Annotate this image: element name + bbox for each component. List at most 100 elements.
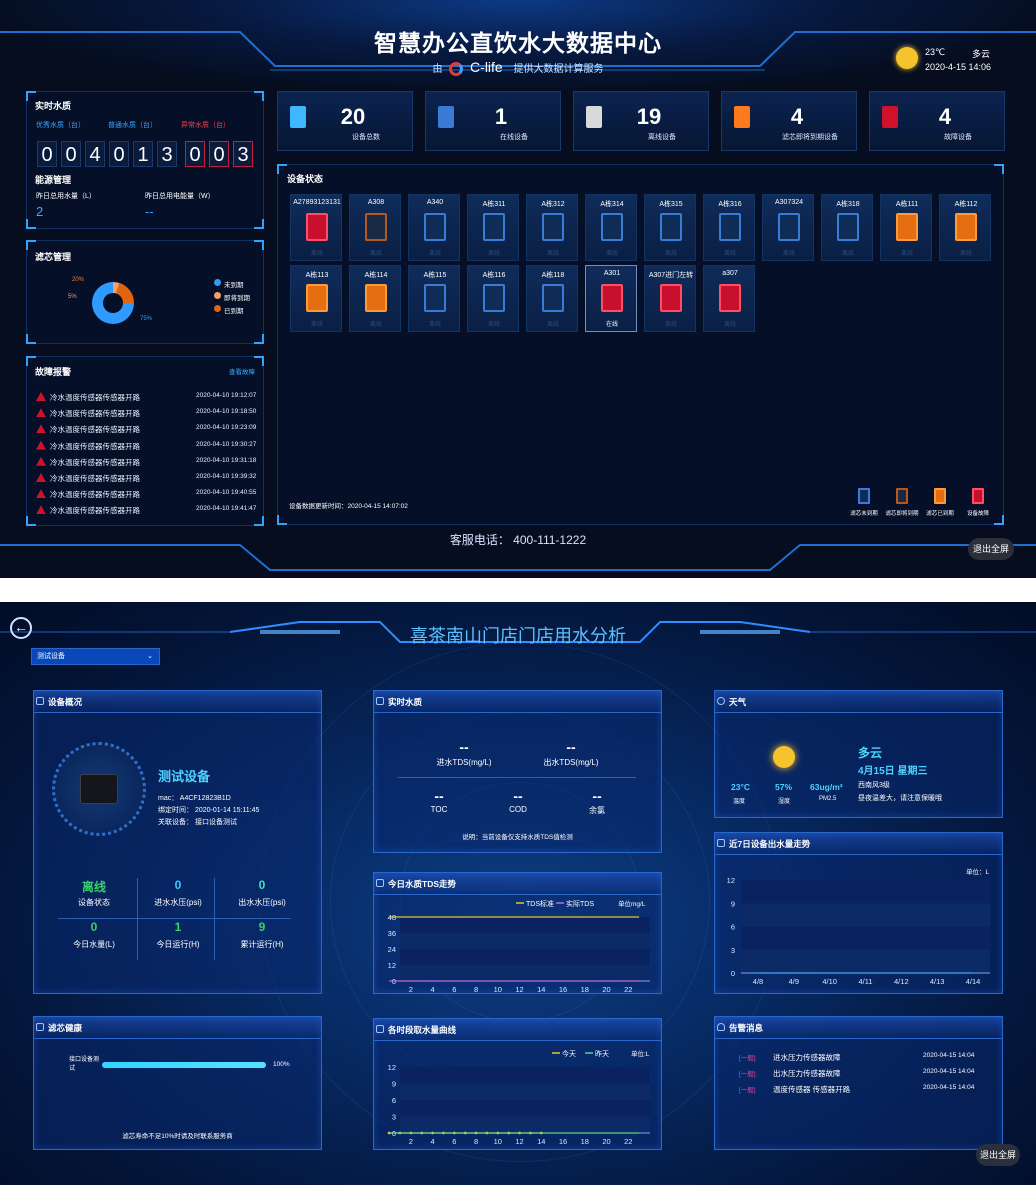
chlorine-value: --: [592, 788, 602, 804]
device-image-icon: [80, 774, 118, 804]
dashboard-store-analysis: ← 喜茶南山门店门店用水分析 测试设备 ⌄ 设备概况 测试设备 mac： A4C…: [0, 602, 1036, 1185]
device-tile[interactable]: A栋312 离线: [526, 194, 578, 261]
device-name: A栋311: [482, 201, 506, 208]
filter-title: 滤芯管理: [35, 252, 72, 262]
alarm-icon: [36, 505, 46, 515]
water-usage-value: 2: [36, 204, 44, 219]
device-tile[interactable]: A栋114 离线: [349, 265, 401, 332]
device-tile[interactable]: A栋311 离线: [467, 194, 519, 261]
alerts-title: 告警消息: [729, 1023, 764, 1033]
alarm-icon: [36, 456, 46, 466]
toc-label: TOC: [430, 805, 448, 814]
stat-label: 离线设备: [648, 134, 676, 141]
fault-item[interactable]: 冷水温度传感器传感器开路 2020-04-10 19:39:32: [36, 473, 256, 483]
device-tile[interactable]: A27893123131 离线: [290, 194, 342, 261]
legend-label: 今天: [562, 1049, 576, 1058]
alert-level: [一般]: [739, 1055, 756, 1062]
device-tile[interactable]: A栋113 离线: [290, 265, 342, 332]
weather-title: 天气: [729, 697, 747, 707]
device-tile[interactable]: A栋115 离线: [408, 265, 460, 332]
device-name: A栋314: [600, 201, 624, 208]
overview-stat-label: 今日水量(L): [73, 940, 115, 949]
alerts-panel: 告警消息: [714, 1016, 1003, 1150]
overview-stat-value: 1: [174, 920, 182, 934]
alert-level: [一般]: [739, 1071, 756, 1078]
device-name: A27893123131: [293, 199, 341, 206]
fault-time: 2020-04-10 19:12:07: [196, 392, 257, 399]
device-tile[interactable]: A340 离线: [408, 194, 460, 261]
device-tile[interactable]: A栋116 离线: [467, 265, 519, 332]
quality-legend-excellent: 优秀水质（台）: [36, 122, 85, 129]
unit-label: 单位：L: [966, 867, 990, 876]
quality-digit: 0: [109, 141, 129, 167]
device-tile[interactable]: A307324 离线: [762, 194, 814, 261]
weather-date: 4月15日 星期三: [858, 766, 928, 777]
alert-text[interactable]: 出水压力传感器故障: [773, 1068, 841, 1079]
fault-item[interactable]: 冷水温度传感器传感器开路 2020-04-10 19:31:18: [36, 456, 256, 467]
device-tile[interactable]: A308 离线: [349, 194, 401, 261]
exit-fullscreen-button[interactable]: 退出全屏: [968, 538, 1014, 560]
device-tile[interactable]: a307 离线: [703, 265, 755, 332]
weather-temp: 23℃: [925, 47, 946, 57]
tds-chart-title: 今日水质TDS走势: [388, 879, 457, 889]
gauge-icon: [376, 879, 384, 887]
device-tile[interactable]: A栋111 离线: [880, 194, 932, 261]
alert-text[interactable]: 温度传感器 传感器开路: [773, 1084, 850, 1095]
x-tick: 6: [452, 1137, 456, 1146]
water-dispenser-icon: [719, 284, 741, 312]
alert-text[interactable]: 进水压力传感器故障: [773, 1052, 841, 1063]
legend-dot-ok: [214, 279, 221, 286]
weather-humidity-label: 湿度: [778, 799, 791, 805]
device-tile[interactable]: A栋318 离线: [821, 194, 873, 261]
device-tile[interactable]: A301 在线: [585, 265, 637, 332]
device-tile[interactable]: A栋315 离线: [644, 194, 696, 261]
device-tile[interactable]: A栋314 离线: [585, 194, 637, 261]
device-state: 离线: [428, 322, 441, 328]
fault-item[interactable]: 冷水温度传感器传感器开路 2020-04-10 19:23:09: [36, 424, 256, 434]
alert-level: [一般]: [739, 1087, 756, 1094]
legend-label: 昨天: [595, 1049, 609, 1058]
legend-label: 滤芯未到期: [850, 511, 878, 517]
donut-label-ok: 75%: [140, 316, 153, 322]
device-state: 离线: [546, 251, 559, 257]
x-tick: 4/12: [894, 977, 909, 986]
alarm-icon: [36, 489, 46, 499]
device-name: A栋116: [482, 272, 506, 279]
view-faults-link[interactable]: 查看故障: [229, 366, 255, 376]
device-tile[interactable]: A栋316 离线: [703, 194, 755, 261]
device-icon: [586, 106, 602, 128]
x-tick: 18: [581, 1137, 589, 1146]
fault-item[interactable]: 冷水温度传感器传感器开路 2020-04-10 19:30:27: [36, 440, 256, 451]
fault-item[interactable]: 冷水温度传感器传感器开路 2020-04-10 19:18:50: [36, 408, 256, 418]
update-time: 设备数据更新时间：2020-04-15 14:07:02: [289, 503, 408, 510]
fault-text: 冷水温度传感器传感器开路: [50, 474, 140, 483]
x-tick: 22: [624, 985, 632, 994]
x-tick: 10: [494, 1137, 502, 1146]
device-tile[interactable]: A栋112 离线: [939, 194, 991, 261]
fault-item[interactable]: 冷水温度传感器传感器开路 2020-04-10 19:41:47: [36, 505, 256, 515]
legend-expired: 已到期: [224, 308, 244, 315]
y-tick: 3: [731, 946, 735, 955]
device-name: A栋114: [364, 272, 388, 279]
stat-value: 19: [636, 104, 662, 129]
donut-label-soon: 5%: [68, 294, 77, 300]
quality-legend-abnormal: 异常水质（台）: [181, 122, 230, 129]
fault-item[interactable]: 冷水温度传感器传感器开路 2020-04-10 19:40:55: [36, 489, 256, 499]
device-state: 离线: [782, 251, 795, 257]
fault-time: 2020-04-10 19:40:55: [196, 489, 257, 497]
stat-label: 在线设备: [500, 134, 528, 141]
power-usage-label: 昨日总用电能量（W）: [145, 193, 215, 200]
divider: [137, 878, 138, 960]
exit-fullscreen-button[interactable]: 退出全屏: [976, 1144, 1020, 1166]
device-tile[interactable]: A栋118 离线: [526, 265, 578, 332]
water-dispenser-icon: [306, 284, 328, 312]
grid-band: [400, 1067, 650, 1084]
weather-temp: 23°C: [731, 782, 750, 792]
device-select[interactable]: 测试设备 ⌄: [31, 648, 160, 665]
legend-device-icon: [934, 488, 946, 504]
toc-value: --: [434, 788, 444, 804]
fault-item[interactable]: 冷水温度传感器传感器开路 2020-04-10 19:12:07: [36, 392, 256, 402]
device-tile[interactable]: A307进门左转 离线: [644, 265, 696, 332]
device-state: 离线: [723, 251, 736, 257]
x-tick: 4/11: [858, 977, 872, 986]
